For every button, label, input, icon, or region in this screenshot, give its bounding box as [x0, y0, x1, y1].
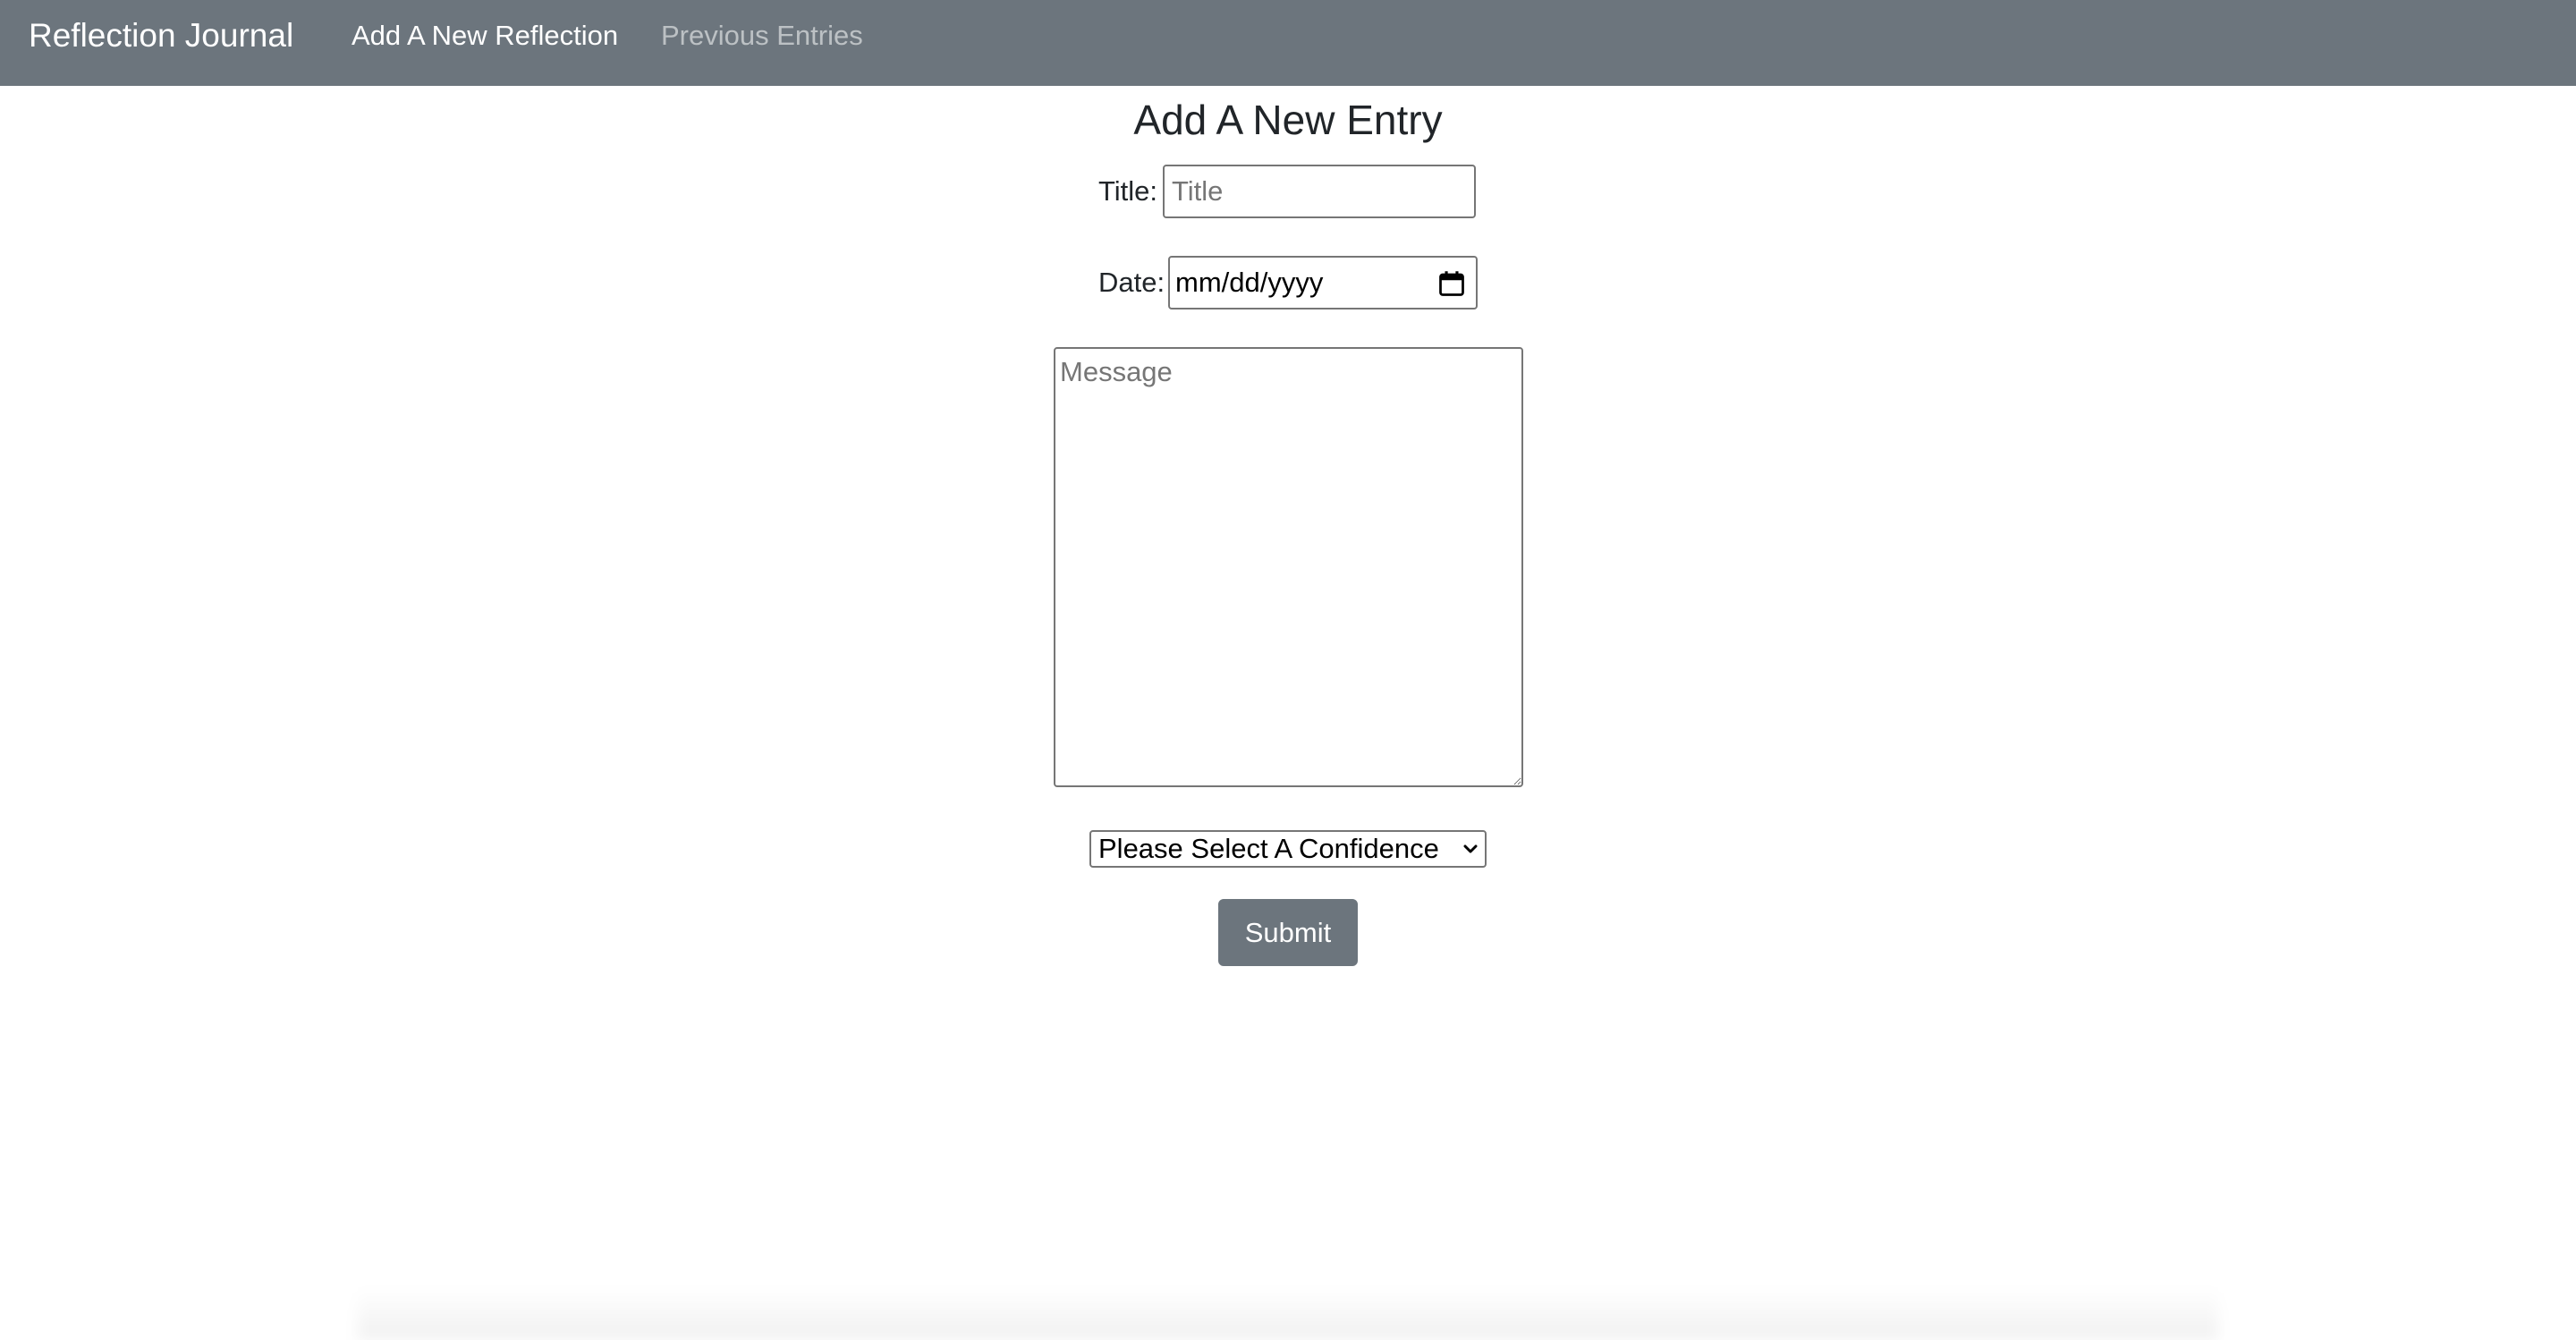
confidence-select[interactable]: Please Select A Confidence — [1089, 830, 1487, 868]
nav-link-add-reflection[interactable]: Add A New Reflection — [352, 0, 618, 72]
page-title: Add A New Entry — [1133, 97, 1443, 143]
message-textarea[interactable] — [1054, 347, 1523, 787]
date-input[interactable]: mm/dd/yyyy — [1168, 256, 1478, 310]
date-input-value: mm/dd/yyyy — [1175, 267, 1324, 298]
calendar-icon[interactable] — [1438, 270, 1465, 297]
navbar: Reflection Journal Add A New Reflection … — [0, 0, 2576, 86]
title-input[interactable] — [1163, 165, 1476, 218]
chevron-down-icon — [1463, 844, 1478, 853]
bottom-shadow — [358, 1288, 2218, 1340]
date-label: Date: — [1098, 267, 1165, 298]
nav-link-previous-entries[interactable]: Previous Entries — [661, 0, 863, 72]
submit-button[interactable]: Submit — [1218, 899, 1358, 966]
confidence-select-value: Please Select A Confidence — [1098, 833, 1439, 864]
brand-link[interactable]: Reflection Journal — [29, 0, 293, 72]
title-label: Title: — [1098, 175, 1158, 207]
